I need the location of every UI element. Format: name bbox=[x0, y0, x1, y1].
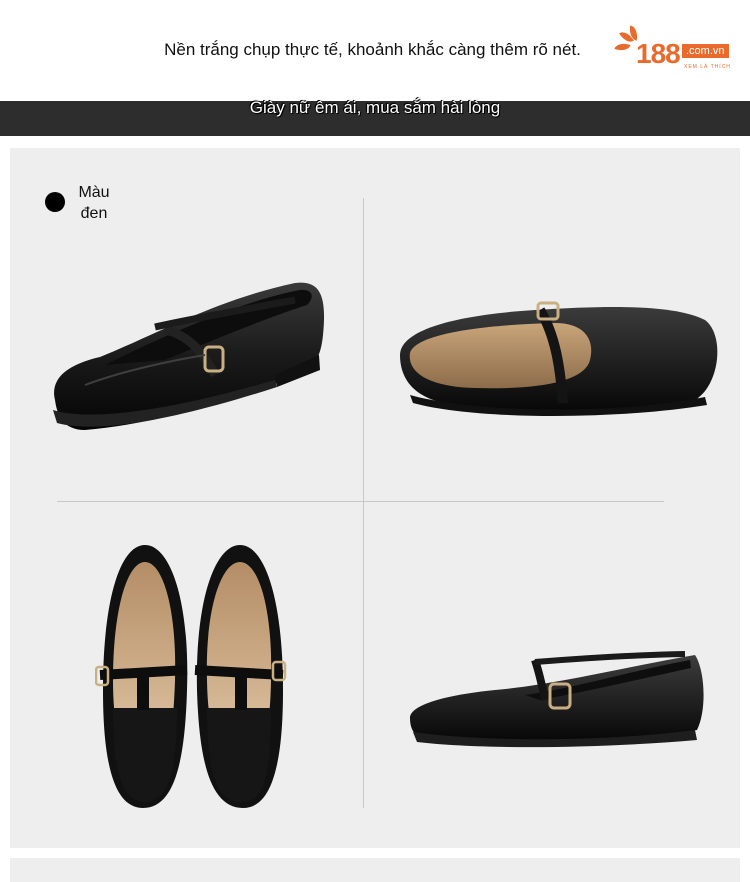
logo-tagline: XEM LÀ THÍCH bbox=[684, 64, 731, 70]
page-headline: Nền trắng chụp thực tế, khoảnh khắc càng… bbox=[164, 40, 581, 59]
brand-logo[interactable]: 188 .com.vn XEM LÀ THÍCH bbox=[614, 24, 736, 74]
shoe-photo-side-left[interactable] bbox=[45, 275, 330, 440]
color-swatch[interactable] bbox=[45, 192, 65, 212]
shoe-photo-side-right[interactable] bbox=[405, 650, 710, 750]
next-photo-panel bbox=[10, 858, 740, 882]
shoe-photo-top-pair[interactable] bbox=[95, 540, 290, 815]
divider-vertical bbox=[363, 198, 364, 808]
banner-text: Giày nữ êm ái, mua sắm hài lòng bbox=[249, 98, 501, 117]
logo-domain: .com.vn bbox=[682, 44, 729, 58]
divider-horizontal bbox=[57, 501, 664, 502]
shoe-photo-side-right-top[interactable] bbox=[395, 295, 725, 420]
color-label: Màu đen bbox=[78, 184, 110, 222]
logo-number: 188 bbox=[636, 38, 681, 69]
